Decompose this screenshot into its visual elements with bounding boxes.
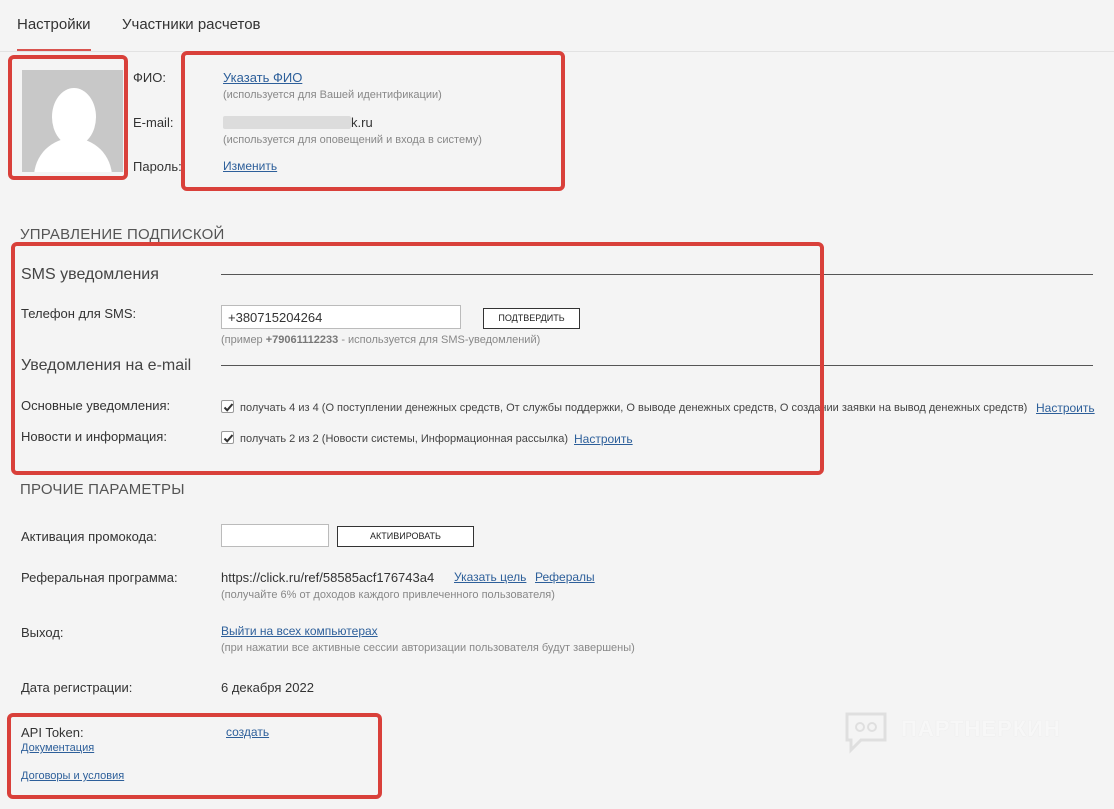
highlight-box-api [7, 713, 382, 799]
subscription-title: УПРАВЛЕНИЕ ПОДПИСКОЙ [20, 226, 225, 243]
highlight-box-profile [181, 51, 565, 191]
promo-label: Активация промокода: [21, 529, 157, 544]
other-params-title: ПРОЧИЕ ПАРАМЕТРЫ [20, 481, 185, 498]
highlight-box-avatar [8, 55, 128, 180]
fio-label: ФИО: [133, 70, 166, 85]
tab-participants[interactable]: Участники расчетов [122, 16, 261, 33]
watermark: ПАРТНЕРКИН [843, 710, 1073, 754]
email-label: E-mail: [133, 115, 174, 130]
highlight-box-subscription [11, 242, 824, 475]
promo-input[interactable] [221, 524, 329, 547]
referral-label: Реферальная программа: [21, 570, 178, 585]
tab-bar: Настройки Участники расчетов [0, 0, 1114, 52]
registration-date-label: Дата регистрации: [21, 680, 133, 695]
logout-all-link[interactable]: Выйти на всех компьютерах [221, 624, 378, 638]
main-notifications-configure-link[interactable]: Настроить [1036, 401, 1095, 415]
watermark-logo-icon [845, 712, 887, 754]
referral-hint: (получайте 6% от доходов каждого привлеч… [221, 589, 555, 601]
registration-date-value: 6 декабря 2022 [221, 680, 314, 695]
referral-set-goal-link[interactable]: Указать цель [454, 570, 526, 584]
exit-hint: (при нажатии все активные сессии авториз… [221, 642, 635, 654]
password-label: Пароль: [133, 159, 182, 174]
activate-promo-button[interactable]: АКТИВИРОВАТЬ [337, 526, 474, 547]
watermark-text: ПАРТНЕРКИН [901, 716, 1061, 741]
exit-label: Выход: [21, 625, 64, 640]
referrals-link[interactable]: Рефералы [535, 570, 595, 584]
tab-settings[interactable]: Настройки [17, 16, 91, 51]
referral-url: https://click.ru/ref/58585acf176743a4 [221, 570, 435, 585]
